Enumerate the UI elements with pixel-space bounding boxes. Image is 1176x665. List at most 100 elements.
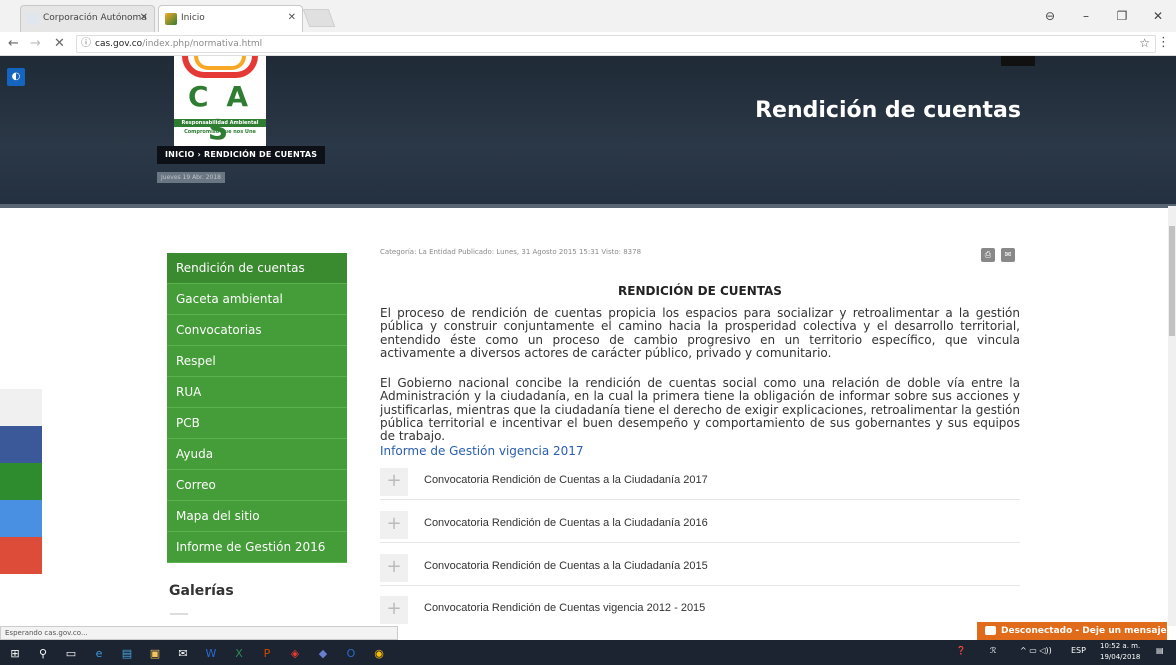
app-icon[interactable]: ◈ bbox=[286, 644, 304, 662]
new-tab-button[interactable] bbox=[302, 9, 336, 27]
people-icon[interactable]: ℛ bbox=[990, 646, 996, 655]
powerpoint-icon[interactable]: P bbox=[258, 644, 276, 662]
facebook-share-button[interactable] bbox=[0, 426, 42, 463]
browser-tab-bar: Corporación Autónoma ✕ Inicio ✕ ⊖ – ❐ ✕ bbox=[0, 0, 1176, 32]
sidebar-item-informe-de-gestion-2016[interactable]: Informe de Gestión 2016 bbox=[167, 532, 347, 563]
close-tab-icon[interactable]: ✕ bbox=[140, 12, 148, 23]
article-paragraph: El Gobierno nacional concibe la rendició… bbox=[380, 376, 1020, 444]
windows-taskbar: ⊞ ⚲ ▭ e ▤ ▣ ✉ W X P ◈ ◆ O ◉ ❓ ℛ ^ ▭ ◁)) … bbox=[0, 640, 1176, 665]
article-meta: Categoría: La Entidad Publicado: Lunes, … bbox=[380, 248, 642, 256]
chrome-icon[interactable]: ◉ bbox=[370, 644, 388, 662]
account-icon[interactable]: ⊖ bbox=[1032, 9, 1068, 23]
chat-label: Desconectado - Deje un mensaje bbox=[1001, 626, 1167, 636]
expand-plus-icon[interactable]: + bbox=[380, 511, 408, 539]
chat-bubble-icon bbox=[985, 626, 996, 635]
expand-plus-icon[interactable]: + bbox=[380, 554, 408, 582]
mail-icon[interactable]: ✉ bbox=[174, 644, 192, 662]
logo-arc-yellow bbox=[194, 56, 246, 70]
logo-text: C A S bbox=[188, 80, 252, 146]
accordion-title[interactable]: Convocatoria Rendición de Cuentas a la C… bbox=[424, 560, 708, 572]
tab-title: Corporación Autónoma bbox=[43, 13, 147, 23]
sidebar-item-convocatorias[interactable]: Convocatorias bbox=[167, 315, 347, 346]
clock-date[interactable]: 19/04/2018 bbox=[1100, 653, 1140, 661]
minimize-button[interactable]: – bbox=[1068, 9, 1104, 23]
accordion-title[interactable]: Convocatoria Rendición de Cuentas a la C… bbox=[424, 474, 708, 486]
article-paragraph: El proceso de rendición de cuentas propi… bbox=[380, 306, 1020, 360]
accordion-item[interactable]: + Convocatoria Rendición de Cuentas a la… bbox=[380, 462, 1020, 500]
share-green-button[interactable] bbox=[0, 463, 42, 500]
hero-divider bbox=[0, 204, 1176, 208]
edge-browser-icon[interactable]: e bbox=[90, 644, 108, 662]
close-window-button[interactable]: ✕ bbox=[1140, 9, 1176, 23]
bookmark-star-icon[interactable]: ☆ bbox=[1139, 36, 1150, 50]
forward-arrow-icon[interactable]: → bbox=[30, 36, 41, 51]
search-icon[interactable]: ⚲ bbox=[34, 644, 52, 662]
excel-icon[interactable]: X bbox=[230, 644, 248, 662]
sidebar-item-ayuda[interactable]: Ayuda bbox=[167, 439, 347, 470]
address-bar-row: ← → ✕ ⓘ cas.gov.co/index.php/normativa.h… bbox=[0, 32, 1176, 56]
social-blank-button[interactable] bbox=[0, 389, 42, 426]
galerias-heading: Galerías bbox=[169, 583, 234, 599]
info-icon[interactable]: ⓘ bbox=[81, 36, 91, 52]
google-plus-share-button[interactable] bbox=[0, 537, 42, 574]
article-tools: ⎙ ✉ bbox=[981, 248, 1015, 262]
search-icon[interactable] bbox=[1001, 56, 1035, 66]
close-tab-icon[interactable]: ✕ bbox=[288, 12, 296, 23]
contrast-toggle-icon[interactable]: ◐ bbox=[7, 68, 25, 86]
outlook-icon[interactable]: O bbox=[342, 644, 360, 662]
page-scrollbar[interactable] bbox=[1168, 206, 1176, 626]
url-field[interactable]: ⓘ cas.gov.co/index.php/normativa.html bbox=[76, 35, 1156, 53]
browser-status-bar: Esperando cas.gov.co... bbox=[0, 626, 398, 640]
sidebar-item-correo[interactable]: Correo bbox=[167, 470, 347, 501]
maximize-button[interactable]: ❐ bbox=[1104, 9, 1140, 23]
accordion-item[interactable]: + Convocatoria Rendición de Cuentas vige… bbox=[380, 590, 1020, 628]
chat-widget[interactable]: Desconectado - Deje un mensaje bbox=[977, 622, 1167, 640]
site-logo[interactable]: C A S Responsabilidad Ambiental Compromi… bbox=[174, 56, 266, 148]
menu-kebab-icon[interactable]: ⋮ bbox=[1157, 35, 1170, 50]
breadcrumb[interactable]: INICIO › RENDICIÓN DE CUENTAS bbox=[157, 146, 326, 164]
help-icon[interactable]: ❓ bbox=[956, 646, 966, 655]
sidebar-item-respel[interactable]: Respel bbox=[167, 346, 347, 377]
informe-gestion-link[interactable]: Informe de Gestión vigencia 2017 bbox=[380, 444, 584, 458]
store-icon[interactable]: ▣ bbox=[146, 644, 164, 662]
sidebar-item-mapa-del-sitio[interactable]: Mapa del sitio bbox=[167, 501, 347, 532]
browser-tab[interactable]: Corporación Autónoma ✕ bbox=[20, 5, 155, 32]
sidebar-item-rendicion-de-cuentas[interactable]: Rendición de cuentas bbox=[167, 253, 347, 284]
site-favicon-icon bbox=[165, 13, 177, 25]
accordion-title[interactable]: Convocatoria Rendición de Cuentas vigenc… bbox=[424, 602, 705, 614]
accordion-title[interactable]: Convocatoria Rendición de Cuentas a la C… bbox=[424, 517, 708, 529]
print-icon[interactable]: ⎙ bbox=[981, 248, 995, 262]
expand-plus-icon[interactable]: + bbox=[380, 468, 408, 496]
sidebar-item-rua[interactable]: RUA bbox=[167, 377, 347, 408]
sidebar-item-pcb[interactable]: PCB bbox=[167, 408, 347, 439]
tab-title: Inicio bbox=[181, 13, 205, 23]
stop-loading-icon[interactable]: ✕ bbox=[54, 36, 65, 51]
logo-tagline: Compromiso que nos Une bbox=[184, 129, 256, 135]
url-path: /index.php/normativa.html bbox=[142, 39, 263, 49]
logo-subtitle: Responsabilidad Ambiental bbox=[174, 119, 266, 127]
page-title: Rendición de cuentas bbox=[755, 98, 1021, 123]
windows-start-icon[interactable]: ⊞ bbox=[6, 644, 24, 662]
clock-time[interactable]: 10:52 a. m. bbox=[1100, 642, 1140, 650]
language-indicator[interactable]: ESP bbox=[1071, 646, 1086, 655]
notifications-icon[interactable]: ▤ bbox=[1156, 646, 1164, 655]
article-heading: RENDICIÓN DE CUENTAS bbox=[618, 284, 782, 298]
sidebar-item-gaceta-ambiental[interactable]: Gaceta ambiental bbox=[167, 284, 347, 315]
current-date: Jueves 19 Abr. 2018 bbox=[157, 172, 225, 183]
sidebar-menu: Rendición de cuentas Gaceta ambiental Co… bbox=[167, 253, 347, 563]
browser-tab-active[interactable]: Inicio ✕ bbox=[158, 5, 303, 32]
twitter-share-button[interactable] bbox=[0, 500, 42, 537]
app-icon[interactable]: ◆ bbox=[314, 644, 332, 662]
expand-plus-icon[interactable]: + bbox=[380, 596, 408, 624]
desktop-icon[interactable]: ▤ bbox=[118, 644, 136, 662]
galerias-underline bbox=[170, 613, 188, 615]
accordion-item[interactable]: + Convocatoria Rendición de Cuentas a la… bbox=[380, 505, 1020, 543]
tray-icons[interactable]: ^ ▭ ◁)) bbox=[1020, 646, 1052, 655]
url-host: cas.gov.co bbox=[95, 39, 143, 49]
back-arrow-icon[interactable]: ← bbox=[8, 36, 19, 51]
task-view-icon[interactable]: ▭ bbox=[62, 644, 80, 662]
email-icon[interactable]: ✉ bbox=[1001, 248, 1015, 262]
scrollbar-thumb[interactable] bbox=[1169, 226, 1175, 336]
accordion-item[interactable]: + Convocatoria Rendición de Cuentas a la… bbox=[380, 548, 1020, 586]
word-icon[interactable]: W bbox=[202, 644, 220, 662]
